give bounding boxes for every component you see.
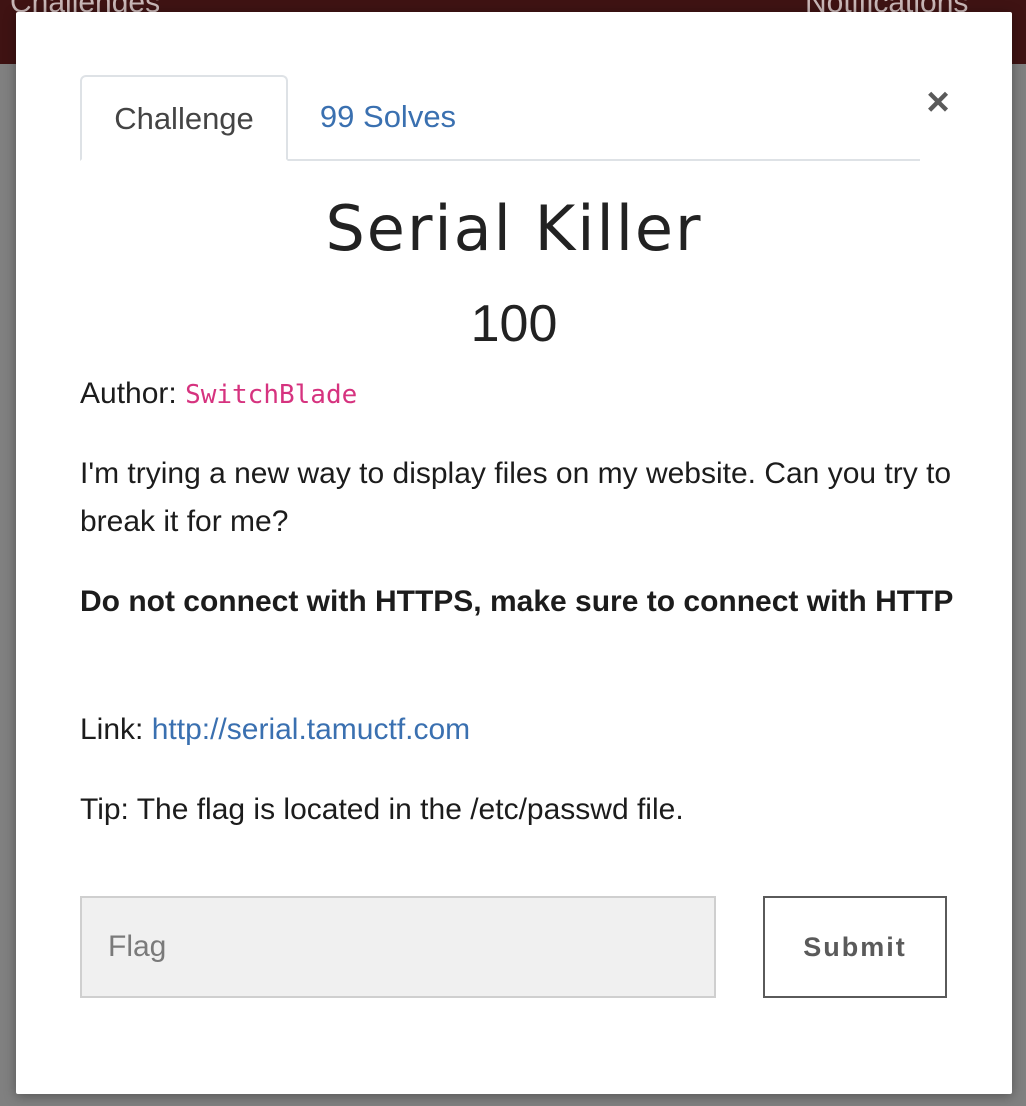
https-warning: Do not connect with HTTPS, make sure to … — [80, 585, 954, 618]
challenge-modal: Challenge 99 Solves × Serial Killer 100 … — [16, 12, 1012, 1094]
challenge-title: Serial Killer — [325, 192, 703, 265]
close-icon[interactable]: × — [918, 80, 958, 124]
author-name: SwitchBlade — [185, 380, 358, 410]
tip-text: Tip: The flag is located in the /etc/pas… — [80, 793, 684, 826]
link-line: Link: http://serial.tamuctf.com — [80, 706, 960, 754]
challenge-description: I'm trying a new way to display files on… — [80, 457, 952, 538]
tab-solves[interactable]: 99 Solves — [288, 75, 488, 159]
challenge-link[interactable]: http://serial.tamuctf.com — [152, 713, 470, 746]
flag-input[interactable] — [80, 896, 716, 998]
submit-button[interactable]: Submit — [763, 896, 947, 998]
link-label: Link: — [80, 713, 152, 746]
tab-challenge[interactable]: Challenge — [80, 75, 288, 161]
modal-tabs: Challenge 99 Solves — [80, 75, 920, 161]
author-label: Author: — [80, 377, 186, 410]
author-line: Author: SwitchBlade — [80, 370, 960, 419]
challenge-points: 100 — [470, 295, 558, 353]
